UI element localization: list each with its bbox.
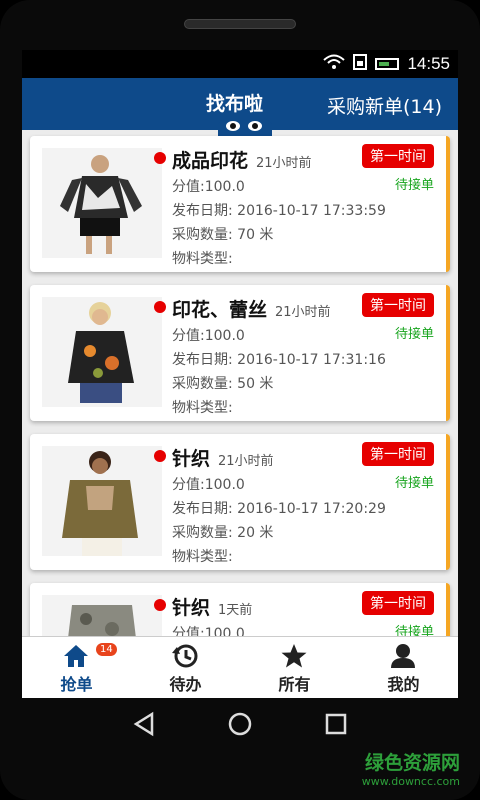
order-state: 待接单 xyxy=(394,625,434,636)
order-list[interactable]: 成品印花 21小时前 第一时间 待接单 分值:100.0 发布日期: 2016-1… xyxy=(22,132,458,636)
tab-grab-orders[interactable]: 14 抢单 xyxy=(22,637,131,698)
star-icon xyxy=(280,643,308,669)
unread-dot xyxy=(154,450,166,462)
order-value: 分值:100.0 xyxy=(172,328,245,344)
first-time-badge: 第一时间 xyxy=(362,591,434,615)
order-date: 发布日期: 2016-10-17 17:20:29 xyxy=(172,501,386,517)
mascot-eye-right xyxy=(248,121,262,131)
order-value: 分值:100.0 xyxy=(172,477,245,493)
tab-count-badge: 14 xyxy=(96,643,117,656)
order-material: 物料类型: xyxy=(172,400,233,416)
app-title: 找布啦 xyxy=(206,93,264,115)
back-icon[interactable] xyxy=(128,708,160,740)
status-time: 14:55 xyxy=(407,54,450,73)
order-state: 待接单 xyxy=(394,476,434,491)
status-bar: 14:55 xyxy=(22,50,458,78)
order-card[interactable]: 针织 21小时前 第一时间 待接单 分值:100.0 发布日期: 2016-10-… xyxy=(30,434,450,570)
first-time-badge: 第一时间 xyxy=(362,144,434,168)
order-time-ago: 21小时前 xyxy=(275,305,331,320)
unread-dot xyxy=(154,599,166,611)
order-state: 待接单 xyxy=(394,178,434,193)
product-image xyxy=(42,148,162,258)
order-time-ago: 21小时前 xyxy=(256,156,312,171)
order-material: 物料类型: xyxy=(172,549,233,565)
watermark: 绿色资源网 www.downcc.com xyxy=(362,748,460,788)
tab-label: 抢单 xyxy=(60,675,93,694)
order-card[interactable]: 针织 1天前 第一时间 待接单 分值:100.0 xyxy=(30,583,450,636)
product-image xyxy=(42,595,162,636)
home-icon xyxy=(62,643,90,669)
home-circle-icon[interactable] xyxy=(224,708,256,740)
product-image xyxy=(42,297,162,407)
bottom-tab-bar: 14 抢单 待办 所有 我的 xyxy=(22,636,458,698)
recents-icon[interactable] xyxy=(320,708,352,740)
order-time-ago: 1天前 xyxy=(218,603,253,618)
order-card[interactable]: 印花、蕾丝 21小时前 第一时间 待接单 分值:100.0 发布日期: 2016-… xyxy=(30,285,450,421)
order-qty: 采购数量: 20 米 xyxy=(172,525,274,541)
product-image xyxy=(42,446,162,556)
tab-all[interactable]: 所有 xyxy=(240,637,349,698)
order-value: 分值:100.0 xyxy=(172,179,245,195)
order-qty: 采购数量: 50 米 xyxy=(172,376,274,392)
app-screen: 14:55 找布啦 采购新单(14) 成品印花 21小时前 第一时间 待接单 分… xyxy=(22,50,458,698)
order-qty: 采购数量: 70 米 xyxy=(172,227,274,243)
tab-label: 待办 xyxy=(169,675,202,694)
tab-todo[interactable]: 待办 xyxy=(131,637,240,698)
order-title: 针织 21小时前 xyxy=(172,448,274,470)
user-icon xyxy=(389,643,417,669)
app-header: 找布啦 采购新单(14) xyxy=(22,78,458,137)
first-time-badge: 第一时间 xyxy=(362,293,434,317)
tab-label: 我的 xyxy=(387,675,420,694)
sim-icon xyxy=(353,54,368,74)
order-card[interactable]: 成品印花 21小时前 第一时间 待接单 分值:100.0 发布日期: 2016-1… xyxy=(30,136,450,272)
watermark-title: 绿色资源网 xyxy=(364,752,460,774)
order-state: 待接单 xyxy=(394,327,434,342)
battery-icon xyxy=(375,58,400,70)
status-icons: 14:55 xyxy=(323,54,450,74)
mascot-eye-left xyxy=(226,121,240,131)
tab-mine[interactable]: 我的 xyxy=(349,637,458,698)
unread-dot xyxy=(154,301,166,313)
order-title: 成品印花 21小时前 xyxy=(172,150,312,172)
order-date: 发布日期: 2016-10-17 17:33:59 xyxy=(172,203,386,219)
order-title: 针织 1天前 xyxy=(172,597,253,619)
order-time-ago: 21小时前 xyxy=(218,454,274,469)
unread-dot xyxy=(154,152,166,164)
tab-label: 所有 xyxy=(278,675,311,694)
wifi-icon xyxy=(323,54,346,74)
first-time-badge: 第一时间 xyxy=(362,442,434,466)
order-material: 物料类型: xyxy=(172,251,233,267)
watermark-url: www.downcc.com xyxy=(361,775,460,788)
order-date: 发布日期: 2016-10-17 17:31:16 xyxy=(172,352,386,368)
order-title: 印花、蕾丝 21小时前 xyxy=(172,299,331,321)
history-icon xyxy=(171,643,199,669)
phone-frame: 14:55 找布啦 采购新单(14) 成品印花 21小时前 第一时间 待接单 分… xyxy=(0,0,480,800)
new-orders-link[interactable]: 采购新单(14) xyxy=(327,92,442,119)
earpiece-speaker xyxy=(184,19,296,29)
order-value: 分值:100.0 xyxy=(172,626,245,636)
system-nav-bar xyxy=(0,700,480,750)
